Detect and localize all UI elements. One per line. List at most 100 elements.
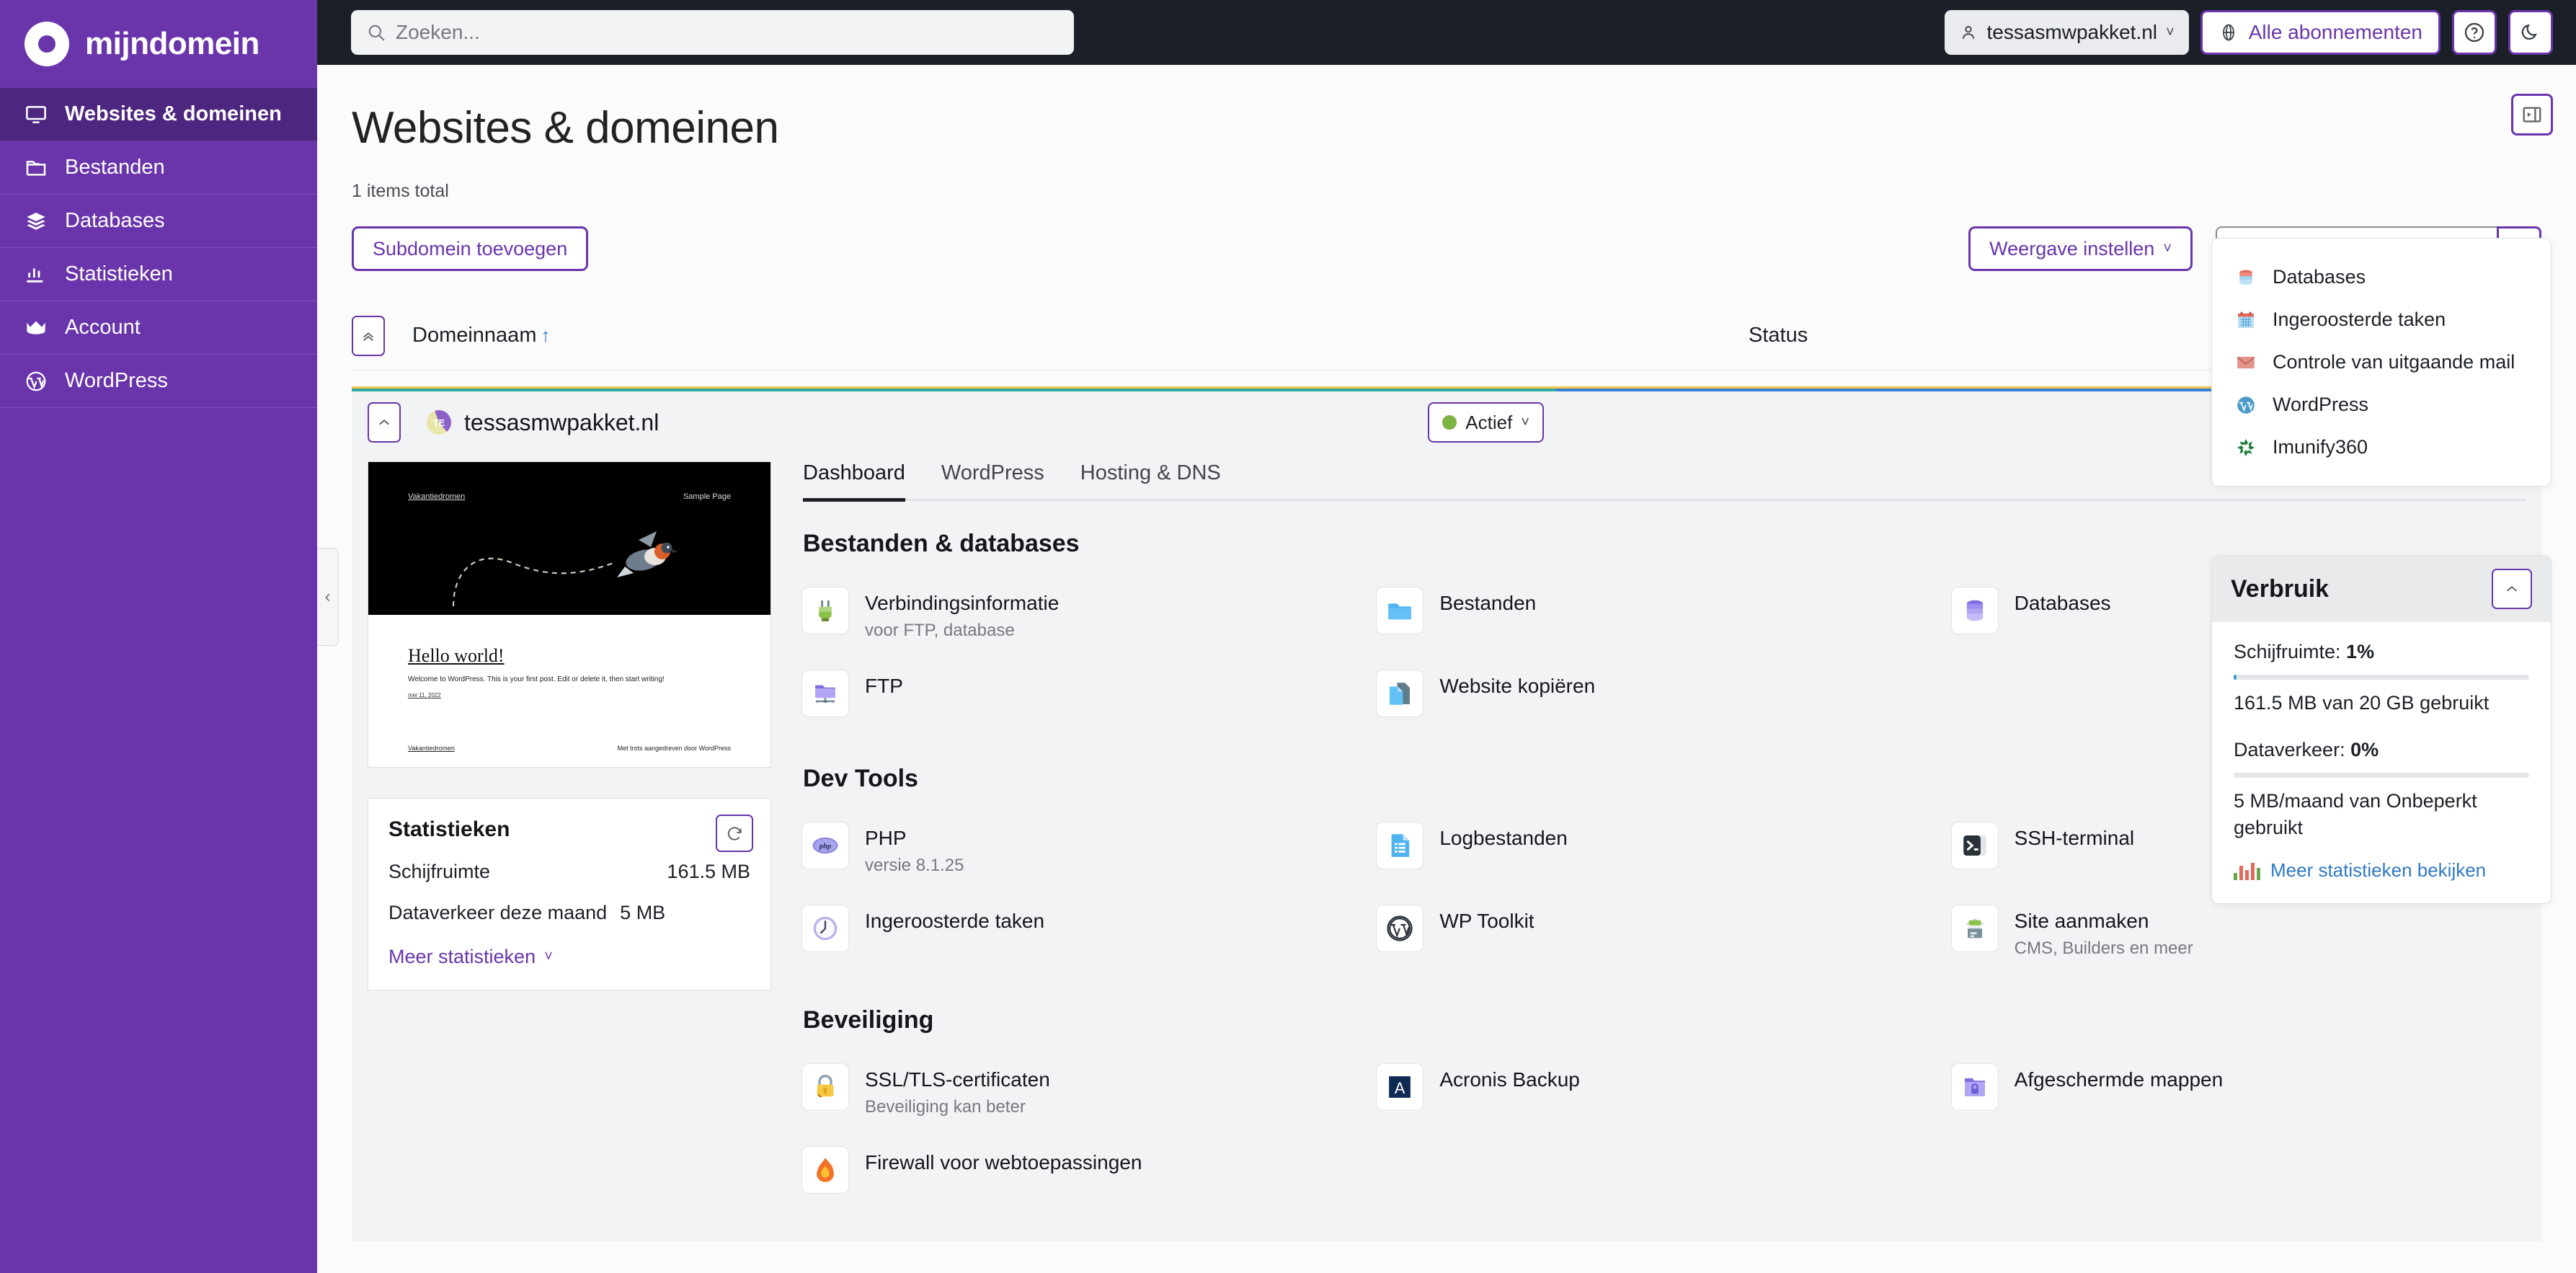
domain-collapse-button[interactable] xyxy=(368,402,401,443)
more-statistics-link[interactable]: Meer statistieken bekijken xyxy=(2234,859,2529,882)
sidebar-item-wordpress[interactable]: WordPress xyxy=(0,355,317,408)
chevron-down-icon: ˅ xyxy=(1521,414,1529,430)
tile-ingeroosterde-taken[interactable]: Ingeroosterde taken xyxy=(801,895,1376,977)
statistics-title: Statistieken xyxy=(388,817,510,841)
sidebar-item-label: WordPress xyxy=(65,369,168,392)
search-icon xyxy=(368,25,385,41)
tab-wordpress[interactable]: WordPress xyxy=(941,461,1044,499)
tile-website-kopieren[interactable]: Website kopiëren xyxy=(1376,660,1950,736)
sort-ascending-icon: ↑ xyxy=(541,324,551,346)
tile-label: WP Toolkit xyxy=(1439,910,1535,933)
sidebar-item-databases[interactable]: Databases xyxy=(0,195,317,248)
stat-label: Schijfruimte xyxy=(388,861,491,882)
bird-illustration-icon xyxy=(452,531,678,607)
dark-mode-toggle[interactable] xyxy=(2508,10,2553,55)
tile-afgeschermde-mappen[interactable]: Afgeschermde mappen xyxy=(1950,1053,2526,1136)
column-label: Domeinnaam xyxy=(412,324,537,347)
shortcut-label: Ingeroosterde taken xyxy=(2273,309,2446,330)
tile-label: Firewall voor webtoepassingen xyxy=(865,1151,1142,1174)
sidebar-item-label: Statistieken xyxy=(65,262,173,285)
right-panel-toggle[interactable] xyxy=(2511,94,2553,136)
usage-panel-body: Schijfruimte: 1% 161.5 MB van 20 GB gebr… xyxy=(2212,622,2551,903)
status-dot-icon xyxy=(1442,415,1457,430)
view-settings-label: Weergave instellen xyxy=(1989,237,2155,260)
status-badge[interactable]: Actief ˅ xyxy=(1428,402,1544,443)
more-statistics-link[interactable]: Meer statistieken ˅ xyxy=(388,946,750,968)
shortcut-controle-uitgaande-mail[interactable]: Controle van uitgaande mail xyxy=(2212,341,2551,383)
tile-label: Site aanmaken xyxy=(2014,910,2149,933)
thumbnail-footer-right: Met trots aangedreven door WordPress xyxy=(617,745,731,752)
chevron-double-up-icon xyxy=(363,332,374,341)
terminal-icon xyxy=(1950,822,1999,870)
sidebar-item-bestanden[interactable]: Bestanden xyxy=(0,141,317,195)
user-icon xyxy=(1963,26,1975,39)
acronis-icon: A xyxy=(1376,1063,1424,1112)
sidebar-item-websites-domeinen[interactable]: Websites & domeinen xyxy=(0,88,317,141)
tile-site-aanmaken[interactable]: Site aanmaken CMS, Builders en meer xyxy=(1950,895,2526,977)
page-title: Websites & domeinen xyxy=(352,103,779,153)
tile-ftp[interactable]: FTP xyxy=(801,660,1376,736)
shortcut-wordpress[interactable]: WordPress xyxy=(2212,383,2551,426)
all-subscriptions-button[interactable]: Alle abonnementen xyxy=(2200,10,2440,55)
traffic-usage-meter xyxy=(2234,773,2529,779)
purple-database-icon xyxy=(1950,587,1999,634)
column-header-domeinnaam[interactable]: Domeinnaam ↑ xyxy=(412,324,550,347)
usage-panel-collapse-button[interactable] xyxy=(2492,569,2532,609)
traffic-usage-detail: 5 MB/maand van Onbeperkt gebruikt xyxy=(2234,790,2477,838)
tile-acronis-backup[interactable]: A Acronis Backup xyxy=(1376,1053,1950,1136)
tile-label: PHP xyxy=(865,827,907,850)
calendar-icon xyxy=(2238,311,2254,328)
thumbnail-footer-left: Vakantiedromen xyxy=(408,745,455,752)
tile-verbindingsinformatie[interactable]: Verbindingsinformatie voor FTP, database xyxy=(801,577,1376,660)
tile-wp-toolkit[interactable]: WP Toolkit xyxy=(1376,895,1950,977)
copy-pages-icon xyxy=(1376,670,1424,718)
red-database-icon xyxy=(2239,270,2252,285)
bar-chart-icon xyxy=(27,267,43,283)
add-subdomain-label: Subdomein toevoegen xyxy=(373,237,568,260)
tile-bestanden[interactable]: Bestanden xyxy=(1376,577,1950,660)
tab-hosting-dns[interactable]: Hosting & DNS xyxy=(1080,461,1221,499)
shortcut-label: Controle van uitgaande mail xyxy=(2273,351,2515,373)
tile-logbestanden[interactable]: Logbestanden xyxy=(1376,812,1950,895)
box-icon xyxy=(1950,905,1999,953)
global-search[interactable]: Zoeken... xyxy=(351,10,1074,55)
database-layers-icon xyxy=(27,212,45,230)
tab-dashboard[interactable]: Dashboard xyxy=(803,461,905,502)
global-search-placeholder: Zoeken... xyxy=(396,21,480,43)
disk-usage-meter-fill xyxy=(2234,675,2237,680)
disk-usage-meter xyxy=(2234,675,2529,680)
refresh-statistics-button[interactable] xyxy=(716,815,753,852)
shortcut-imunify360[interactable]: Imunify360 xyxy=(2212,426,2551,469)
sidebar-item-statistieken[interactable]: Statistieken xyxy=(0,248,317,301)
usage-panel: Verbruik Schijfruimte: 1% 161.5 MB van 2… xyxy=(2211,555,2551,905)
traffic-usage-label: Dataverkeer: 0% xyxy=(2234,739,2529,761)
site-thumbnail[interactable]: Vakantiedromen Sample Page Hello world! … xyxy=(368,461,771,768)
tile-label: Databases xyxy=(2014,592,2111,614)
domain-name[interactable]: tessasmwpakket.nl xyxy=(464,409,659,436)
chevron-down-icon: ˅ xyxy=(2163,240,2172,257)
stat-row: Schijfruimte 161.5 MB xyxy=(388,861,750,883)
help-button[interactable] xyxy=(2452,10,2497,55)
tile-label: SSL/TLS-certificaten xyxy=(865,1068,1050,1091)
tile-label: Ingeroosterde taken xyxy=(865,910,1045,933)
shortcut-ingeroosterde-taken[interactable]: Ingeroosterde taken xyxy=(2212,298,2551,341)
account-name: tessasmwpakket.nl xyxy=(1986,21,2158,43)
view-settings-button[interactable]: Weergave instellen ˅ xyxy=(1968,226,2193,271)
tile-label: Acronis Backup xyxy=(1439,1068,1580,1091)
panel-toggle-icon xyxy=(2523,107,2541,123)
folder-icon xyxy=(26,160,46,176)
add-subdomain-button[interactable]: Subdomein toevoegen xyxy=(352,226,589,271)
sidebar-item-label: Account xyxy=(65,316,141,339)
collapse-all-button[interactable] xyxy=(352,315,385,356)
crown-icon xyxy=(27,321,45,334)
account-switcher[interactable]: tessasmwpakket.nl ˅ xyxy=(1945,10,2189,55)
brand-logo[interactable]: mijndomein xyxy=(0,0,317,88)
tile-ssl-tls-certificaten[interactable]: SSL/TLS-certificaten Beveiliging kan bete… xyxy=(801,1053,1376,1136)
tile-firewall-webtoepassingen[interactable]: Firewall voor webtoepassingen xyxy=(801,1136,1376,1212)
sidebar-collapse-handle[interactable]: ‹ xyxy=(317,548,339,646)
tile-sub: Beveiliging kan beter xyxy=(865,1097,1026,1117)
sidebar-item-account[interactable]: Account xyxy=(0,301,317,355)
tile-php[interactable]: php PHP versie 8.1.25 xyxy=(801,812,1376,895)
stat-label: Dataverkeer deze maand xyxy=(388,902,608,923)
shortcut-databases[interactable]: Databases xyxy=(2212,256,2551,298)
